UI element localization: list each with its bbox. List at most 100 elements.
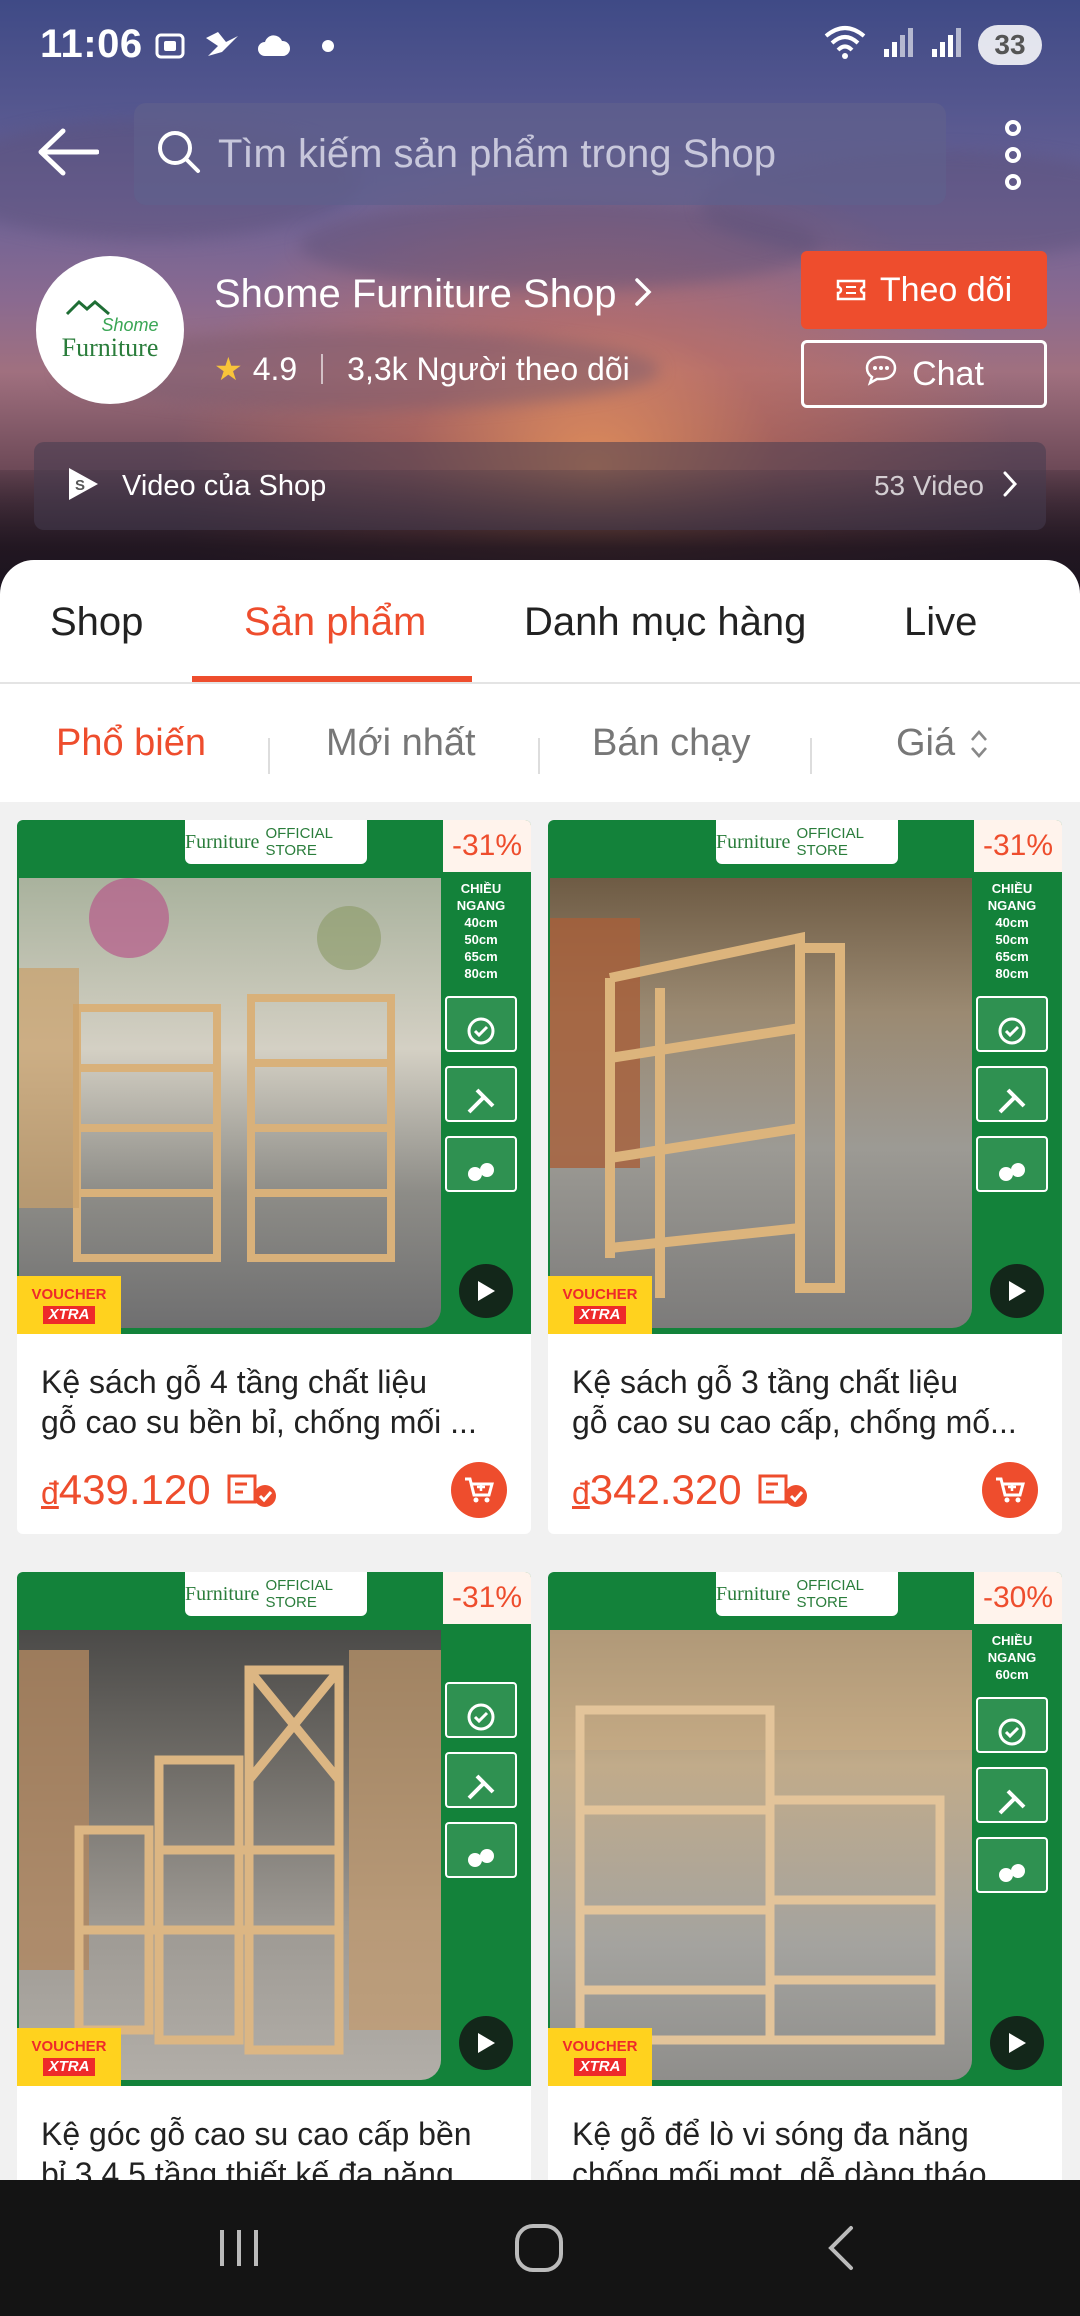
follow-label: Theo dõi xyxy=(879,270,1013,309)
cart-icon xyxy=(996,1477,1025,1503)
play-video-icon[interactable] xyxy=(990,1264,1044,1318)
active-tab-indicator xyxy=(192,676,472,682)
product-photo xyxy=(19,878,441,1328)
logo-text-top: Shome xyxy=(101,315,159,335)
signal-icon-2 xyxy=(930,25,964,64)
sort-newest[interactable]: Mới nhất xyxy=(326,722,476,765)
brand-tag: Furniture OFFICIAL STORE xyxy=(185,820,367,864)
product-title: Kệ sách gỗ 3 tầng chất liệu gỗ cao su cao… xyxy=(572,1364,1017,1440)
notification-dot xyxy=(322,40,334,52)
shop-tabs: Shop Sản phẩm Danh mục hàng Live xyxy=(0,560,1080,684)
status-bar: 11:06 33 xyxy=(0,0,1080,92)
chat-label: Chat xyxy=(912,354,984,393)
search-icon xyxy=(156,129,202,180)
product-card[interactable]: Furniture OFFICIAL STORE -31% VOUCHER XTRA… xyxy=(17,1572,531,2198)
cloud-icon xyxy=(256,28,292,64)
follow-button[interactable]: Theo dõi xyxy=(801,251,1047,329)
tab-products[interactable]: Sản phẩm xyxy=(244,600,426,645)
tools-badge-icon xyxy=(976,1066,1048,1122)
status-time: 11:06 xyxy=(40,22,143,66)
play-video-icon[interactable] xyxy=(459,2016,513,2070)
recent-apps-icon xyxy=(220,2230,258,2266)
feature-badges: CHIỀU NGANG 60cm xyxy=(974,1632,1050,1893)
shop-followers: 3,3k Người theo dõi xyxy=(347,350,630,387)
home-icon xyxy=(515,2224,563,2272)
product-title: Kệ sách gỗ 4 tầng chất liệu gỗ cao su bền… xyxy=(41,1364,477,1440)
free-ship-verified-icon xyxy=(756,1470,812,1510)
shop-logo[interactable]: Shome Furniture xyxy=(36,256,184,404)
voucher-xtra-badge: VOUCHER XTRA xyxy=(17,2028,121,2086)
play-video-icon[interactable] xyxy=(990,2016,1044,2070)
tools-badge-icon xyxy=(445,1066,517,1122)
divider xyxy=(268,738,270,774)
product-card[interactable]: Furniture OFFICIAL STORE -31% CHIỀU NGANG… xyxy=(548,820,1062,1534)
system-back-button[interactable] xyxy=(806,2216,876,2280)
feature-badges xyxy=(443,1682,519,1878)
brand-tag: Furniture OFFICIAL STORE xyxy=(716,1572,898,1616)
quality-badge-icon xyxy=(976,1697,1048,1753)
quality-badge-icon xyxy=(445,996,517,1052)
back-chevron-icon xyxy=(828,2226,853,2270)
product-photo xyxy=(550,1630,972,2080)
shop-rating: 4.9 xyxy=(252,350,298,387)
logo-text-bottom: Furniture xyxy=(61,333,159,362)
sort-popular[interactable]: Phổ biến xyxy=(56,722,206,765)
discount-badge: -31% xyxy=(443,820,531,872)
more-dot-icon xyxy=(1005,120,1021,136)
feature-badges: CHIỀU NGANG 40cm 50cm 65cm 80cm xyxy=(974,880,1050,1192)
chevron-right-icon xyxy=(1002,470,1018,503)
sort-bar: Phổ biến Mới nhất Bán chạy Giá xyxy=(0,686,1080,802)
wifi-icon xyxy=(822,24,868,65)
tab-shop[interactable]: Shop xyxy=(50,600,143,645)
discount-badge: -30% xyxy=(974,1572,1062,1624)
shop-video-bar[interactable]: S Video của Shop 53 Video xyxy=(34,442,1046,530)
gift-badge-icon xyxy=(976,1837,1048,1893)
voucher-xtra-badge: VOUCHER XTRA xyxy=(548,2028,652,2086)
tab-live[interactable]: Live xyxy=(904,600,977,645)
product-price: đ439.120 xyxy=(41,1466,211,1513)
chat-bubble-icon xyxy=(864,354,898,395)
gift-badge-icon xyxy=(445,1136,517,1192)
tools-badge-icon xyxy=(445,1752,517,1808)
play-video-icon[interactable] xyxy=(459,1264,513,1318)
sort-price[interactable]: Giá xyxy=(896,722,989,765)
more-dot-icon xyxy=(1005,147,1021,163)
sort-arrows-icon xyxy=(971,729,988,758)
gift-badge-icon xyxy=(445,1822,517,1878)
bird-app-icon xyxy=(204,28,240,64)
shop-name: Shome Furniture Shop xyxy=(214,272,617,316)
signal-icon xyxy=(882,25,916,64)
shop-meta: ★ 4.9 3,3k Người theo dõi xyxy=(214,350,630,388)
product-photo xyxy=(550,878,972,1328)
recent-apps-button[interactable] xyxy=(204,2216,274,2280)
house-logo-icon xyxy=(65,299,110,316)
discount-badge: -31% xyxy=(974,820,1062,872)
shop-name-link[interactable]: Shome Furniture Shop xyxy=(214,272,652,317)
search-placeholder: Tìm kiếm sản phẩm trong Shop xyxy=(218,131,777,176)
home-button[interactable] xyxy=(504,2216,574,2280)
tab-categories[interactable]: Danh mục hàng xyxy=(524,600,806,645)
shop-search-input[interactable]: Tìm kiếm sản phẩm trong Shop xyxy=(134,103,946,205)
sort-best-selling[interactable]: Bán chạy xyxy=(592,722,750,765)
more-dot-icon xyxy=(1005,174,1021,190)
product-image: Furniture OFFICIAL STORE -31% CHIỀU NGANG… xyxy=(548,820,1062,1334)
svg-text:S: S xyxy=(75,477,85,494)
product-card[interactable]: Furniture OFFICIAL STORE -31% CHIỀU NGANG… xyxy=(17,820,531,1534)
brand-tag: Furniture OFFICIAL STORE xyxy=(716,820,898,864)
add-to-cart-button[interactable] xyxy=(451,1462,507,1518)
system-navigation-bar xyxy=(0,2180,1080,2316)
shopee-video-icon: S xyxy=(64,465,102,508)
brand-tag: Furniture OFFICIAL STORE xyxy=(185,1572,367,1616)
chat-button[interactable]: Chat xyxy=(801,340,1047,408)
add-to-cart-button[interactable] xyxy=(982,1462,1038,1518)
battery-indicator: 33 xyxy=(978,24,1042,65)
product-card[interactable]: Furniture OFFICIAL STORE -30% CHIỀU NGANG… xyxy=(548,1572,1062,2198)
divider xyxy=(321,354,324,384)
more-options-button[interactable] xyxy=(990,120,1036,190)
product-price: đ342.320 xyxy=(572,1466,742,1513)
back-button[interactable] xyxy=(36,120,100,184)
screenshot-icon xyxy=(152,28,188,64)
chevron-right-icon xyxy=(634,272,652,317)
back-arrow-icon xyxy=(38,128,99,176)
price-row: đ439.120 xyxy=(17,1446,531,1534)
